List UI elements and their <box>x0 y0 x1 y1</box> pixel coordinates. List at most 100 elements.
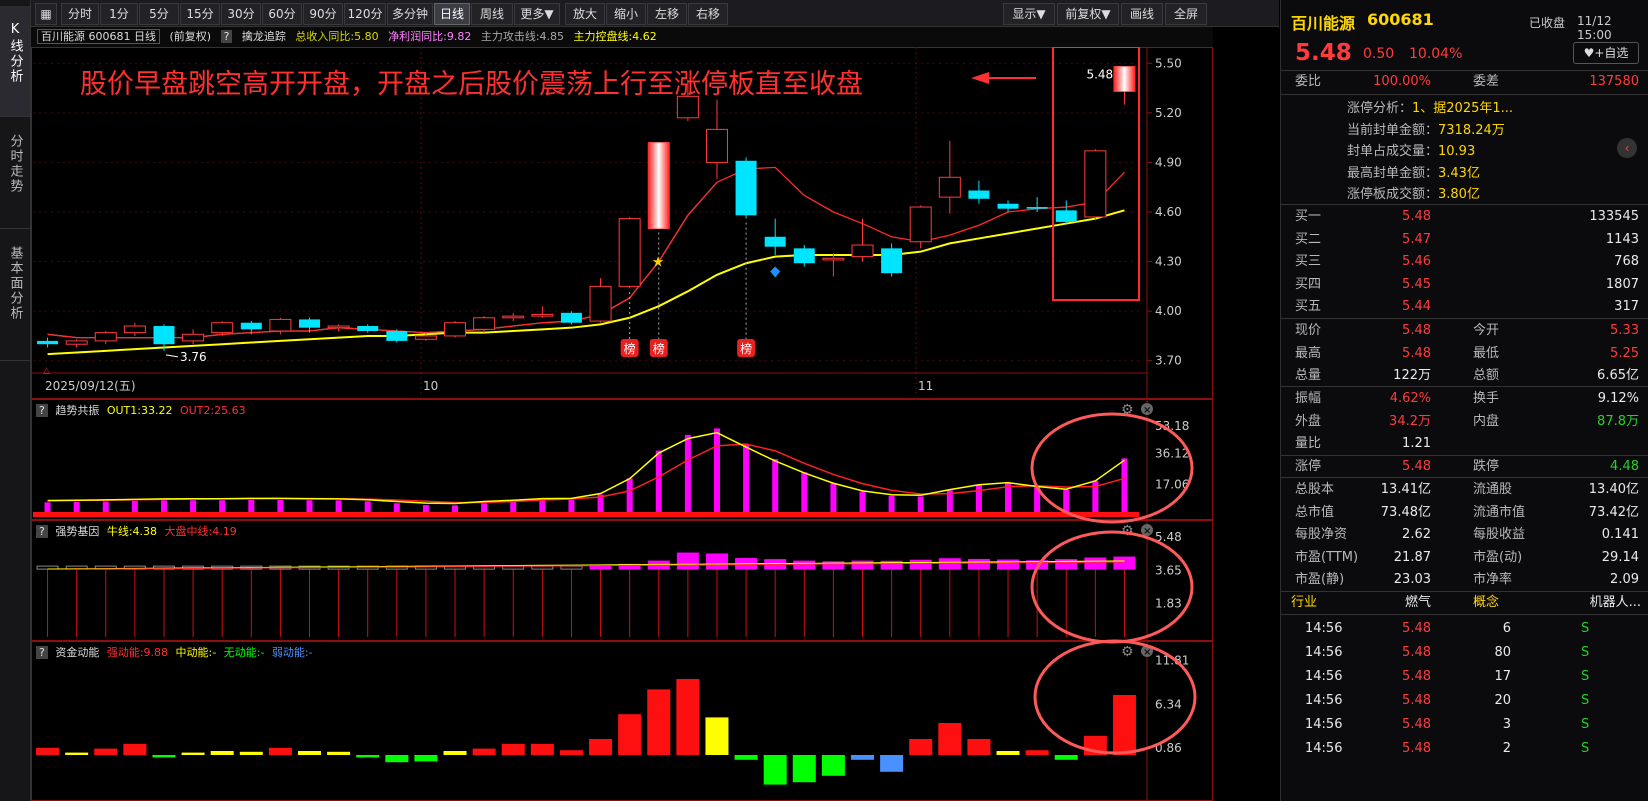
period-button[interactable]: 左移 <box>647 3 687 25</box>
candle-body[interactable] <box>123 325 146 334</box>
stat-label: 跌停 <box>1473 459 1500 474</box>
candle-body[interactable] <box>240 322 262 330</box>
stat-value: 9.12% <box>1597 391 1639 406</box>
candle-body[interactable] <box>822 257 845 261</box>
period-button[interactable]: 90分 <box>303 3 343 25</box>
candle-body[interactable] <box>386 330 408 341</box>
period-button[interactable]: 放大 <box>565 3 605 25</box>
sub1-bar <box>335 500 342 512</box>
kline-chart-area[interactable]: 3.70 4.00 4.30 4.60 4.90 5.20 5.50 5.48 3.76 榜 榜 榜 ★… <box>31 47 1213 801</box>
candle-body[interactable] <box>1084 150 1107 218</box>
draw-line-button[interactable]: 画线 <box>1121 3 1163 25</box>
candle-body[interactable] <box>37 340 59 345</box>
ma-yellow-line <box>47 209 1125 356</box>
candle-body[interactable] <box>182 333 205 342</box>
limit-up-candle[interactable] <box>648 142 670 229</box>
candle-body[interactable] <box>997 203 1019 209</box>
candle-body[interactable] <box>618 218 641 287</box>
period-button[interactable]: 周线 <box>471 3 513 25</box>
period-button[interactable]: 120分 <box>344 3 386 25</box>
candle-body[interactable] <box>153 326 175 345</box>
sub1-bar <box>44 502 51 512</box>
candle-body[interactable] <box>531 313 554 317</box>
weicha-label: 委差 <box>1473 74 1500 89</box>
nav-tab-kline[interactable]: K线分析 <box>0 6 30 117</box>
fullscreen-button[interactable]: 全屏 <box>1165 3 1207 25</box>
industry-value[interactable]: 燃气 <box>1381 592 1431 614</box>
candle-body[interactable] <box>938 176 961 198</box>
candle-body[interactable] <box>793 248 815 264</box>
limitup-label: 涨停板成交额： <box>1347 187 1439 202</box>
candle-body[interactable] <box>299 319 320 328</box>
indicator-name[interactable]: 擒龙追踪 <box>242 30 286 43</box>
candle-body[interactable] <box>327 325 350 329</box>
adjust-menu-button[interactable]: 前复权▼ <box>1057 3 1119 25</box>
tick-row: 14:56 5.48 3 S <box>1281 714 1648 736</box>
sub3-name[interactable]: 资金动能 <box>55 646 99 659</box>
concept-value[interactable]: 机器人... <box>1541 592 1641 614</box>
sub1-name[interactable]: 趋势共振 <box>55 404 99 417</box>
candle-body[interactable] <box>851 244 874 258</box>
period-button[interactable]: 分时 <box>61 3 99 25</box>
candle-body[interactable] <box>735 160 757 216</box>
tick-side: S <box>1581 645 1590 660</box>
nav-tab-intraday[interactable]: 分时走势 <box>0 118 30 229</box>
orderbook-volume: 768 <box>1614 254 1639 269</box>
orderbook-volume: 317 <box>1614 299 1639 314</box>
limitup-value[interactable]: 1、据2025年1... <box>1412 98 1513 120</box>
sub2-name[interactable]: 强势基因 <box>55 525 99 538</box>
period-button[interactable]: 多分钟 <box>387 3 433 25</box>
candle-body[interactable] <box>414 335 437 340</box>
candle-body[interactable] <box>764 236 786 247</box>
stats1-row: 现价 5.48 今开 5.33 <box>1281 320 1648 342</box>
stats4-row: 总股本 13.41亿 流通股 13.40亿 <box>1281 479 1648 501</box>
concept-label: 概念 <box>1473 595 1500 610</box>
sub1-bar <box>481 503 488 512</box>
period-button[interactable]: 5分 <box>139 3 179 25</box>
sub1-header: ? 趋势共振 OUT1:33.22 OUT2:25.63 <box>36 402 246 418</box>
sub1-bar <box>190 500 197 512</box>
tick-price: 5.48 <box>1402 741 1431 756</box>
candle-body[interactable] <box>211 322 234 334</box>
candle-body[interactable] <box>1026 207 1048 209</box>
sub1-help-icon[interactable]: ? <box>36 404 48 417</box>
period-button[interactable]: 1分 <box>100 3 138 25</box>
candle-body[interactable] <box>269 318 292 332</box>
period-button[interactable]: 15分 <box>180 3 220 25</box>
display-menu-button[interactable]: 显示▼ <box>1003 3 1055 25</box>
period-button[interactable]: 30分 <box>221 3 261 25</box>
candle-body[interactable] <box>705 128 728 163</box>
limit-up-candle[interactable] <box>1113 66 1135 92</box>
period-button[interactable]: 日线 <box>434 3 470 25</box>
candle-body[interactable] <box>589 285 612 322</box>
candle-body[interactable] <box>909 206 932 243</box>
period-button[interactable]: 缩小 <box>606 3 646 25</box>
period-button[interactable]: 右移 <box>688 3 728 25</box>
candle-body[interactable] <box>560 312 582 323</box>
period-button[interactable]: 更多▼ <box>514 3 560 25</box>
stats2-row: 量比 1.21 <box>1281 433 1648 455</box>
period-button[interactable]: 60分 <box>262 3 302 25</box>
candle-body[interactable] <box>94 332 117 342</box>
orderbook-price: 5.46 <box>1402 254 1431 269</box>
sub3-mid: 中动能:- <box>175 646 217 659</box>
sub2-market: 大盘中线:4.19 <box>164 525 237 538</box>
sub3-bar <box>94 748 118 755</box>
add-watchlist-button[interactable]: ♥+自选 <box>1573 42 1639 64</box>
candle-body[interactable] <box>357 326 379 331</box>
candle-body[interactable] <box>65 340 88 345</box>
candle-body[interactable] <box>444 322 467 337</box>
help-icon[interactable]: ? <box>220 30 233 43</box>
candle-body[interactable] <box>881 248 903 274</box>
candle-body[interactable] <box>968 190 990 199</box>
candle-body[interactable] <box>502 315 525 319</box>
panel-settings-icon[interactable]: ⚙ <box>1121 644 1134 660</box>
sub3-help-icon[interactable]: ? <box>36 646 48 659</box>
candle-body[interactable] <box>1055 210 1077 222</box>
nav-tab-fundamental[interactable]: 基本面分析 <box>0 230 30 361</box>
candle-body[interactable] <box>473 317 496 330</box>
sub1-out2: OUT2:25.63 <box>179 404 246 417</box>
grid-menu-icon[interactable]: ▦ <box>35 3 57 25</box>
sub2-market-line <box>47 561 1125 570</box>
sub2-help-icon[interactable]: ? <box>36 525 48 538</box>
